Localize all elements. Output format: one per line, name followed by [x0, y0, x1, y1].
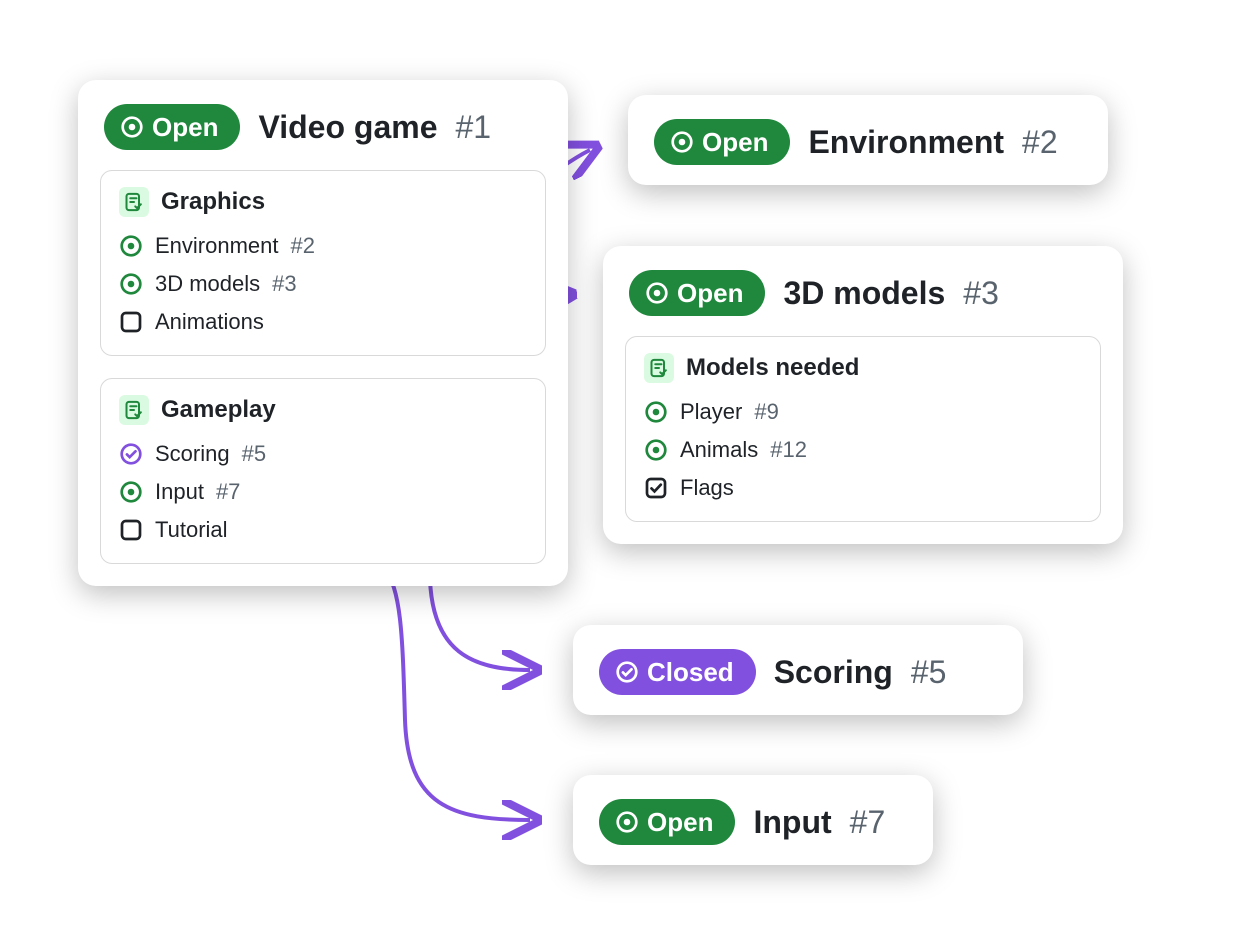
card-header: Open 3D models #3	[603, 246, 1123, 336]
task-row[interactable]: Flags	[644, 469, 1082, 507]
task-row[interactable]: Player #9	[644, 393, 1082, 431]
tasklist-title: Models needed	[644, 353, 1082, 383]
status-label: Open	[152, 114, 218, 140]
status-label: Open	[647, 809, 713, 835]
open-issue-icon	[119, 272, 143, 296]
open-issue-icon	[670, 130, 694, 154]
task-row[interactable]: Input #7	[119, 473, 527, 511]
closed-issue-icon	[119, 442, 143, 466]
issue-ref: #1	[455, 109, 491, 146]
tasklist-title: Graphics	[119, 187, 527, 217]
issue-title: 3D models	[783, 275, 945, 312]
status-pill-closed: Closed	[599, 649, 756, 695]
open-issue-icon	[119, 480, 143, 504]
open-issue-icon	[615, 810, 639, 834]
tasklist-models-needed: Models needed Player #9 Animals #12 Flag…	[625, 336, 1101, 522]
task-row[interactable]: Animals #12	[644, 431, 1082, 469]
card-header: Open Input #7	[573, 775, 933, 865]
issue-ref: #7	[850, 804, 886, 841]
tasklist-icon	[119, 187, 149, 217]
card-header: Open Environment #2	[628, 95, 1108, 185]
task-row[interactable]: Animations	[119, 303, 527, 341]
status-label: Closed	[647, 659, 734, 685]
issue-card-main[interactable]: Open Video game #1 Graphics Environment …	[78, 80, 568, 586]
checkbox-empty-icon	[119, 518, 143, 542]
task-row[interactable]: 3D models #3	[119, 265, 527, 303]
status-label: Open	[702, 129, 768, 155]
issue-ref: #3	[963, 275, 999, 312]
status-pill-open: Open	[654, 119, 790, 165]
issue-card-environment[interactable]: Open Environment #2	[628, 95, 1108, 185]
card-header: Closed Scoring #5	[573, 625, 1023, 715]
task-row[interactable]: Scoring #5	[119, 435, 527, 473]
open-issue-icon	[645, 281, 669, 305]
open-issue-icon	[644, 438, 668, 462]
tasklist-title: Gameplay	[119, 395, 527, 425]
tasklist-gameplay: Gameplay Scoring #5 Input #7 Tutorial	[100, 378, 546, 564]
tasklist-graphics: Graphics Environment #2 3D models #3 Ani…	[100, 170, 546, 356]
issue-title: Video game	[258, 109, 437, 146]
card-header: Open Video game #1	[78, 80, 568, 170]
issue-card-input[interactable]: Open Input #7	[573, 775, 933, 865]
issue-card-scoring[interactable]: Closed Scoring #5	[573, 625, 1023, 715]
closed-issue-icon	[615, 660, 639, 684]
tasklist-icon	[644, 353, 674, 383]
tasklist-icon	[119, 395, 149, 425]
task-row[interactable]: Environment #2	[119, 227, 527, 265]
open-issue-icon	[119, 234, 143, 258]
status-pill-open: Open	[629, 270, 765, 316]
issue-title: Environment	[808, 124, 1004, 161]
checkbox-checked-icon	[644, 476, 668, 500]
status-pill-open: Open	[599, 799, 735, 845]
issue-card-models[interactable]: Open 3D models #3 Models needed Player #…	[603, 246, 1123, 544]
status-pill-open: Open	[104, 104, 240, 150]
issue-ref: #2	[1022, 124, 1058, 161]
open-issue-icon	[120, 115, 144, 139]
checkbox-empty-icon	[119, 310, 143, 334]
issue-ref: #5	[911, 654, 947, 691]
issue-title: Scoring	[774, 654, 893, 691]
issue-title: Input	[753, 804, 831, 841]
open-issue-icon	[644, 400, 668, 424]
status-label: Open	[677, 280, 743, 306]
task-row[interactable]: Tutorial	[119, 511, 527, 549]
